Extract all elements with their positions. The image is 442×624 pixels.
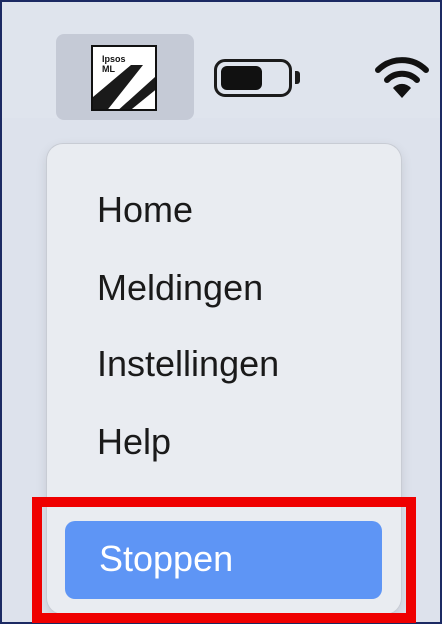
menu-bar: Ipsos ML	[2, 2, 440, 120]
wifi-icon[interactable]	[372, 54, 432, 102]
battery-icon[interactable]	[214, 59, 292, 97]
ipsos-ml-logo-icon[interactable]: Ipsos ML	[91, 45, 157, 111]
screenshot-frame: Ipsos ML Home Meldingen Instellingen Hel…	[0, 0, 442, 624]
battery-tip	[295, 71, 300, 84]
menu-item-help[interactable]: Help	[97, 420, 171, 464]
battery-level	[221, 66, 262, 90]
menu-item-meldingen[interactable]: Meldingen	[97, 266, 263, 310]
menu-item-instellingen[interactable]: Instellingen	[97, 342, 279, 386]
logo-stripes	[93, 65, 155, 109]
annotation-highlight-box	[32, 497, 416, 623]
menu-item-home[interactable]: Home	[97, 188, 193, 232]
